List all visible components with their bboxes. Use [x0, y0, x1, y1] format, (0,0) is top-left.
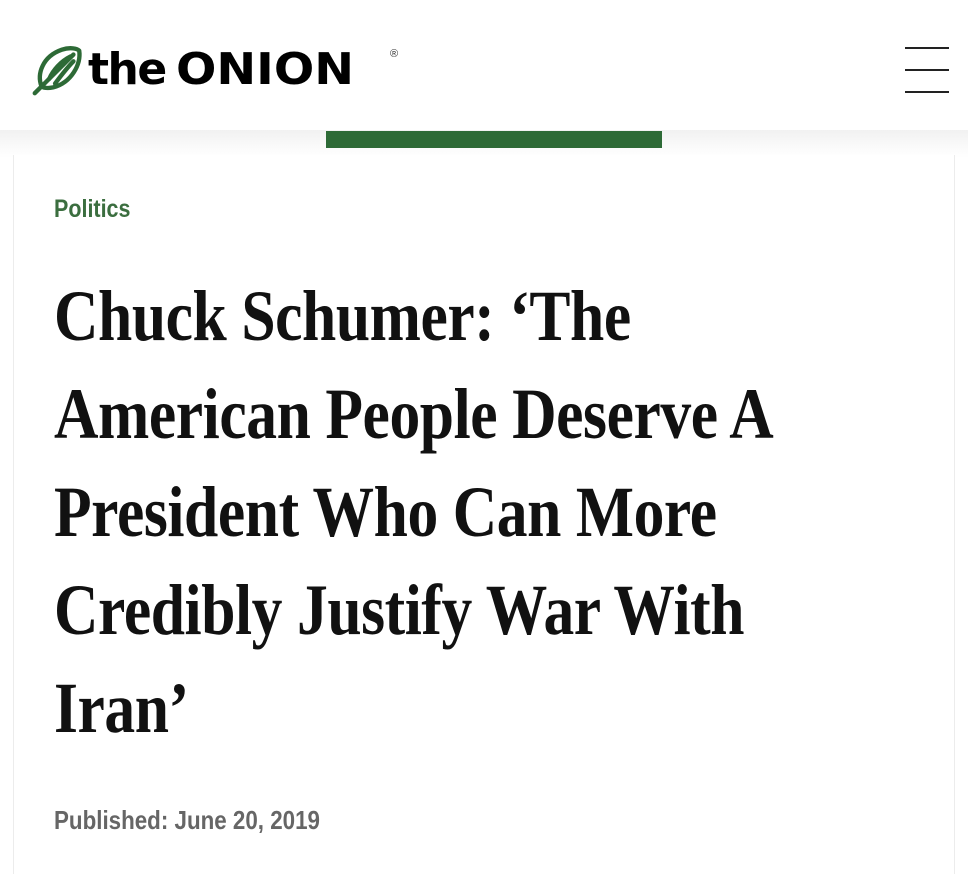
- logo-the: the: [88, 44, 167, 95]
- onion-leaf-icon: [32, 46, 82, 96]
- logo-onion: ONION: [175, 44, 354, 95]
- reading-progress-bar: [326, 131, 662, 148]
- published-date: June 20, 2019: [174, 805, 320, 835]
- headline-line: Iran’: [54, 668, 189, 748]
- menu-line: [905, 91, 949, 93]
- article-card: Politics Chuck Schumer: ‘The American Pe…: [13, 155, 955, 874]
- category-link[interactable]: Politics: [54, 195, 130, 224]
- headline-line: President Who Can More: [54, 472, 717, 552]
- registered-mark: ®: [390, 48, 399, 60]
- menu-line: [905, 69, 949, 71]
- logo-wordmark: the ONION: [88, 44, 354, 95]
- headline-line: Credibly Justify War With: [54, 570, 745, 650]
- hamburger-menu-icon[interactable]: [905, 47, 949, 93]
- article-headline: Chuck Schumer: ‘The American People Dese…: [54, 267, 875, 757]
- publish-date: Published: June 20, 2019: [54, 805, 320, 836]
- headline-line: American People Deserve A: [54, 374, 774, 454]
- site-logo[interactable]: the ONION ®: [28, 40, 398, 100]
- published-label: Published:: [54, 805, 169, 835]
- site-header: the ONION ®: [0, 0, 968, 130]
- headline-line: Chuck Schumer: ‘The: [54, 276, 631, 356]
- menu-line: [905, 47, 949, 49]
